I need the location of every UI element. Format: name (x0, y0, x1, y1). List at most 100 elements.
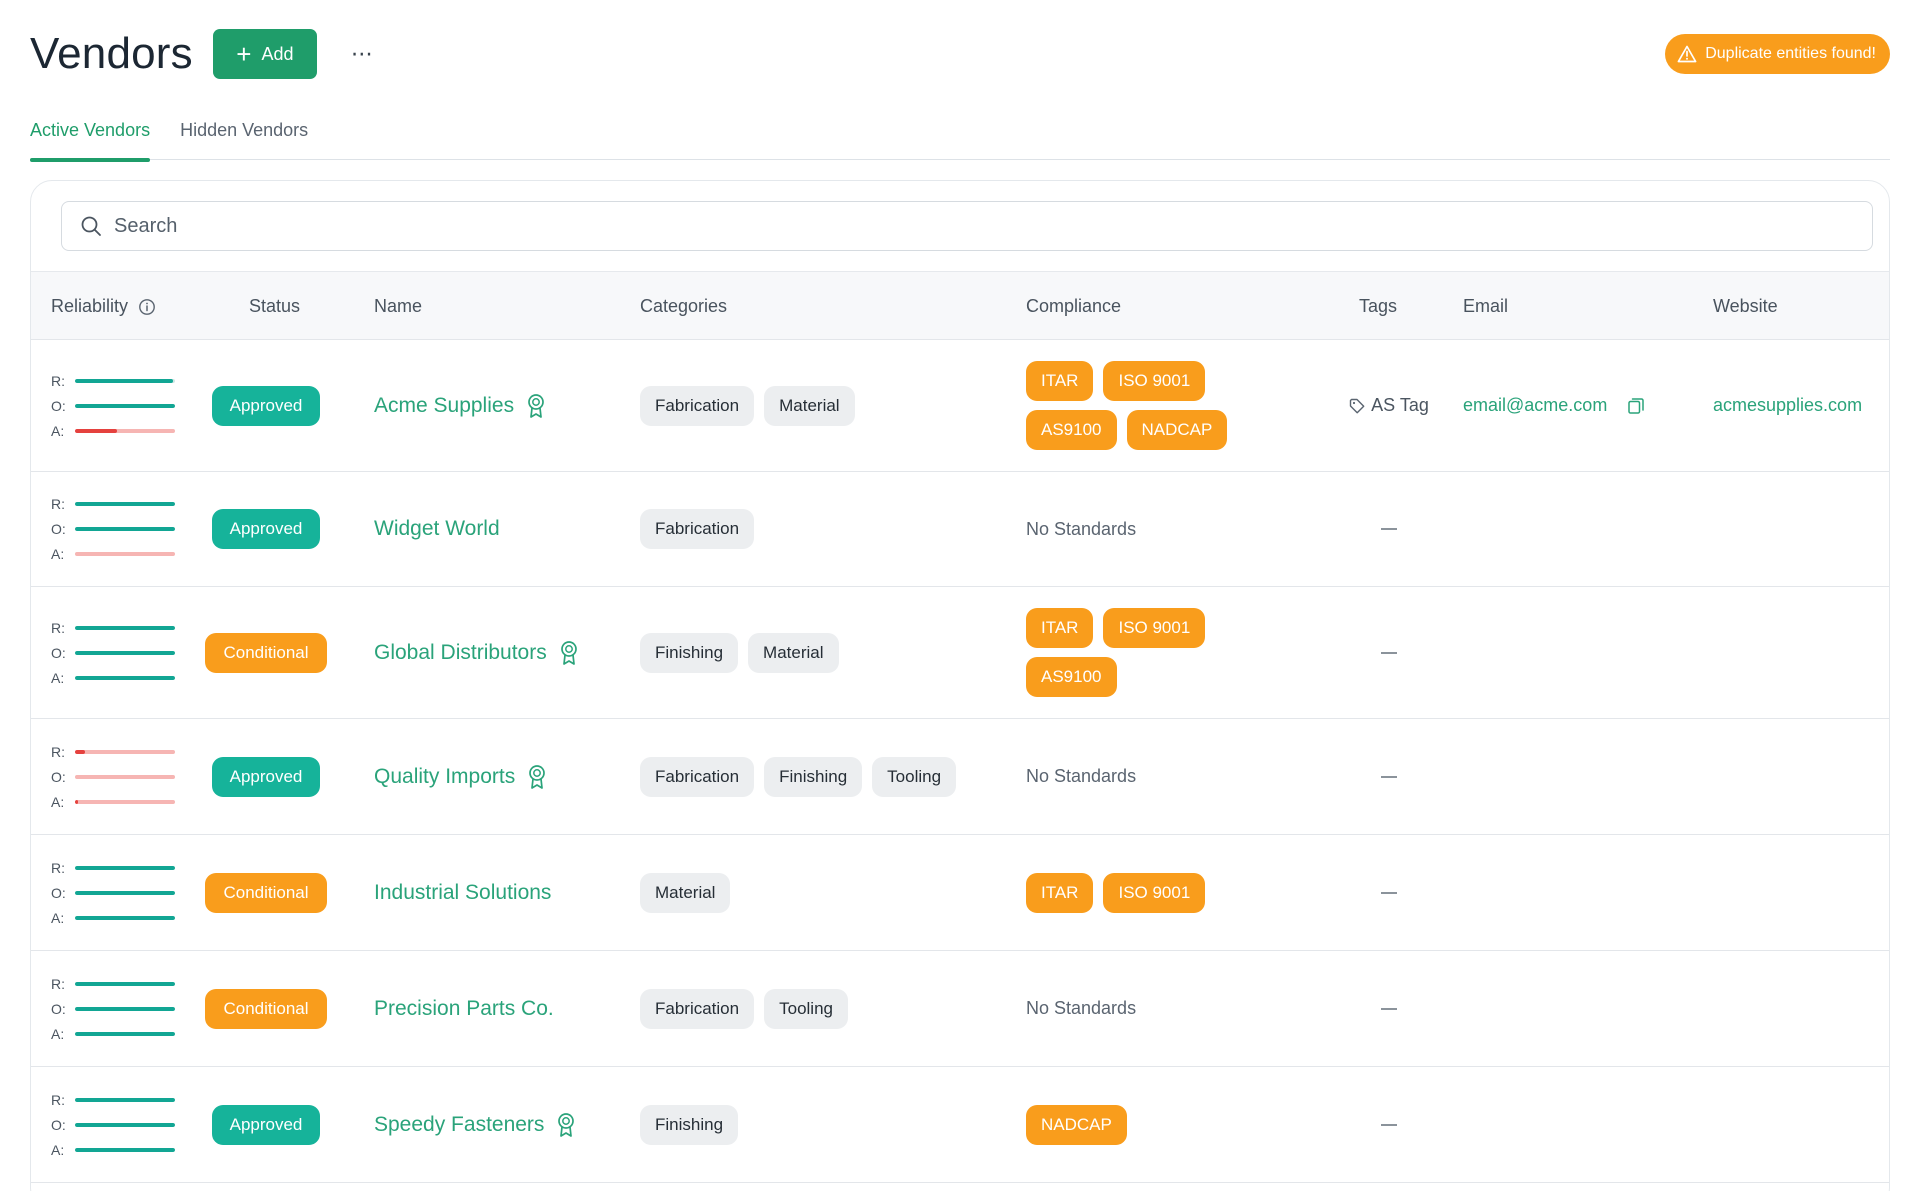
reliability-cell: R: O: A: (51, 340, 175, 471)
reliability-bar (75, 890, 175, 895)
table-row[interactable]: R: O: A: Approved Widget World Fabrication No … (31, 472, 1889, 587)
reliability-metric: A: (51, 1025, 175, 1042)
no-standards-text: No Standards (1026, 518, 1137, 539)
table-header: Reliability Status Name Categories Compl… (31, 271, 1889, 340)
vendor-name-link[interactable]: Quality Imports (374, 765, 515, 789)
reliability-bar (75, 527, 175, 531)
reliability-metric-key: O: (51, 768, 66, 785)
reliability-metric: A: (51, 793, 175, 810)
reliability-bar (75, 1097, 175, 1102)
status-cell: Approved (206, 340, 326, 471)
reliability-bar-fill (75, 865, 175, 870)
category-chip: Tooling (872, 756, 957, 797)
compliance-standard-badge: ITAR (1026, 361, 1094, 401)
vendor-name-link[interactable]: Acme Supplies (374, 394, 514, 418)
copy-icon[interactable] (1627, 397, 1645, 415)
name-cell: Global Distributors (374, 587, 579, 718)
reliability-bar (75, 1122, 175, 1127)
table-row[interactable]: R: O: A: Approved Acme Supplies Fabrication Ma… (31, 340, 1889, 472)
table-row[interactable]: R: O: A: Approved Speedy Fasteners Finishing N… (31, 1067, 1889, 1183)
column-header-website[interactable]: Website (1713, 296, 1778, 317)
award-badge-icon (556, 1112, 576, 1138)
reliability-bar-fill (75, 799, 78, 804)
search-input[interactable] (114, 214, 1814, 238)
more-options-button[interactable]: ⋯ (351, 43, 374, 65)
column-header-tags[interactable]: Tags (1359, 296, 1397, 317)
tab-active-vendors[interactable]: Active Vendors (30, 112, 151, 162)
status-cell: Approved (206, 719, 326, 834)
reliability-metric-key: O: (51, 644, 66, 661)
reliability-metric: A: (51, 909, 175, 926)
table-row[interactable]: R: O: A: Conditional Industrial Solutions Mat… (31, 835, 1889, 951)
reliability-metric: R: (51, 619, 175, 636)
table-row[interactable]: R: O: A: Approved Quality Imports Fabrication… (31, 719, 1889, 835)
reliability-metric: R: (51, 975, 175, 992)
reliability-metric-key: R: (51, 496, 65, 512)
category-chip: Material (640, 872, 731, 913)
column-header-categories[interactable]: Categories (640, 296, 727, 317)
reliability-metric-key: R: (51, 1091, 65, 1108)
categories-cell: Fabrication (640, 472, 755, 586)
reliability-bar-fill (75, 428, 117, 433)
tab-hidden-vendors[interactable]: Hidden Vendors (180, 112, 308, 160)
reliability-header-label: Reliability (51, 296, 129, 316)
category-chip: Finishing (640, 632, 739, 673)
vendor-name-link[interactable]: Precision Parts Co. (374, 997, 554, 1021)
empty-dash (1381, 1123, 1397, 1126)
warning-icon (1677, 45, 1697, 63)
reliability-bar (75, 502, 175, 506)
category-chip: Fabrication (640, 756, 755, 797)
compliance-standard-badge: AS9100 (1026, 410, 1117, 450)
column-header-reliability[interactable]: Reliability (51, 296, 156, 317)
vendor-name-link[interactable]: Industrial Solutions (374, 881, 551, 905)
tag-item: AS Tag (1349, 395, 1429, 416)
column-header-status[interactable]: Status (249, 296, 300, 317)
reliability-bar-fill (75, 625, 175, 630)
search-icon (81, 216, 101, 236)
vendor-name-link[interactable]: Widget World (374, 517, 500, 541)
reliability-bar (75, 403, 175, 408)
reliability-bar (75, 749, 175, 754)
status-badge: Approved (211, 1104, 321, 1145)
reliability-bar (75, 1031, 175, 1036)
categories-cell: Finishing (640, 1067, 739, 1182)
reliability-metric-key: O: (51, 521, 66, 537)
email-link[interactable]: email@acme.com (1463, 395, 1607, 416)
reliability-bar-fill (75, 1006, 175, 1011)
reliability-bar (75, 625, 175, 630)
reliability-metric-key: A: (51, 1141, 65, 1158)
reliability-metric-key: A: (51, 793, 65, 810)
info-icon[interactable] (138, 298, 156, 316)
website-link[interactable]: acmesupplies.com (1713, 395, 1862, 416)
category-chip: Finishing (640, 1104, 739, 1145)
compliance-standard-badge: ISO 9001 (1103, 608, 1206, 648)
reliability-metric: O: (51, 644, 175, 661)
column-header-email[interactable]: Email (1463, 296, 1508, 317)
vendor-name-link[interactable]: Global Distributors (374, 641, 547, 665)
status-cell: Approved (206, 472, 326, 586)
empty-dash (1381, 891, 1397, 894)
reliability-bar-fill (75, 650, 175, 655)
duplicate-entities-warning[interactable]: Duplicate entities found! (1665, 34, 1890, 74)
table-row[interactable]: R: O: A: Conditional Precision Parts Co. Fabr… (31, 951, 1889, 1067)
status-badge: Conditional (205, 988, 327, 1029)
vendors-page: Vendors + Add ⋯ Duplicate entities found… (0, 0, 1920, 1191)
plus-icon: + (236, 39, 252, 69)
status-cell: Conditional (205, 951, 327, 1066)
category-chip: Material (764, 385, 855, 426)
empty-dash (1381, 651, 1397, 654)
column-header-name[interactable]: Name (374, 296, 422, 317)
compliance-standard-badge: NADCAP (1026, 1104, 1127, 1145)
compliance-standard-badge: ISO 9001 (1103, 361, 1206, 401)
reliability-metric-key: A: (51, 909, 65, 926)
vendor-name-link[interactable]: Speedy Fasteners (374, 1113, 544, 1137)
table-row[interactable]: R: O: A: Conditional Global Distributors Fini… (31, 587, 1889, 719)
reliability-metric-key: R: (51, 975, 65, 992)
status-badge: Approved (211, 509, 321, 549)
column-header-compliance[interactable]: Compliance (1026, 296, 1121, 317)
compliance-standard-badge: NADCAP (1126, 410, 1228, 450)
tags-cell (1329, 951, 1449, 1066)
add-vendor-button[interactable]: + Add (212, 29, 317, 79)
reliability-metric: A: (51, 669, 175, 686)
compliance-cell: No Standards (1026, 472, 1256, 586)
